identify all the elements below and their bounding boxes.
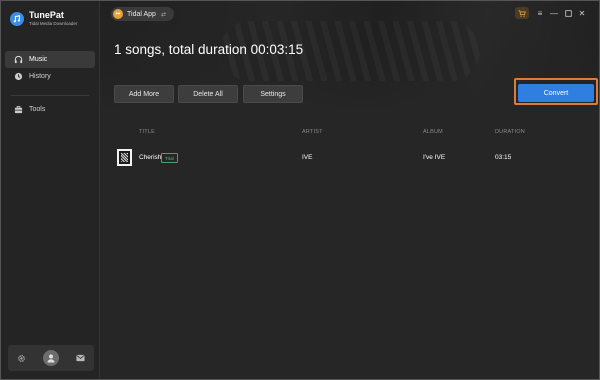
sidebar: TunePat Tidal Media Downloader Music His… <box>1 1 100 379</box>
sidebar-divider <box>11 95 89 96</box>
sidebar-item-tools[interactable]: Tools <box>5 101 95 118</box>
column-header-artist[interactable]: ARTIST <box>302 129 323 135</box>
track-title: Cherish <box>139 154 162 161</box>
table-row[interactable]: Cherish Trial IVE I've IVE 03:15 <box>100 144 599 170</box>
cart-icon[interactable] <box>515 7 529 19</box>
sidebar-item-label: Tools <box>29 106 46 113</box>
tunepat-logo-icon <box>10 11 24 26</box>
source-label: Tidal App <box>127 10 156 18</box>
settings-button[interactable]: Settings <box>243 85 303 103</box>
app-window: TunePat Tidal Media Downloader Music His… <box>0 0 600 380</box>
avatar[interactable] <box>42 350 59 366</box>
track-album: I've IVE <box>423 154 446 161</box>
minimize-icon[interactable]: — <box>547 7 561 19</box>
album-cover <box>117 149 132 166</box>
tidal-app-icon <box>113 9 123 19</box>
sidebar-item-label: Music <box>29 56 48 63</box>
app-name: TunePat <box>29 10 64 20</box>
main-panel: Tidal App ⇄ ≡ — ✕ 1 songs, total duratio… <box>100 1 599 379</box>
sidebar-item-music[interactable]: Music <box>5 51 95 68</box>
headphones-icon <box>13 55 23 65</box>
window-controls: ≡ — ✕ <box>515 7 589 19</box>
add-more-button[interactable]: Add More <box>114 85 174 103</box>
track-duration: 03:15 <box>495 154 512 161</box>
column-header-duration[interactable]: DURATION <box>495 129 525 135</box>
close-icon[interactable]: ✕ <box>575 7 589 19</box>
menu-icon[interactable]: ≡ <box>533 7 547 19</box>
track-artist: IVE <box>302 154 313 161</box>
toolbox-icon <box>13 105 23 115</box>
app-subtitle: Tidal Media Downloader <box>29 21 78 26</box>
trial-badge: Trial <box>161 153 178 163</box>
sidebar-item-history[interactable]: History <box>5 68 95 85</box>
sidebar-item-label: History <box>29 73 51 80</box>
mail-icon[interactable] <box>76 354 85 362</box>
swap-icon: ⇄ <box>160 11 166 18</box>
sidebar-bottom-bar <box>8 345 94 371</box>
source-selector[interactable]: Tidal App ⇄ <box>111 7 174 21</box>
maximize-icon[interactable] <box>561 7 575 19</box>
clock-icon <box>13 72 23 82</box>
convert-button[interactable]: Convert <box>518 84 594 102</box>
page-title: 1 songs, total duration 00:03:15 <box>114 42 304 57</box>
delete-all-button[interactable]: Delete All <box>178 85 238 103</box>
column-header-album[interactable]: ALBUM <box>423 129 443 135</box>
column-header-title[interactable]: TITLE <box>139 129 155 135</box>
brand: TunePat Tidal Media Downloader <box>10 10 77 27</box>
gear-icon[interactable] <box>17 354 26 363</box>
